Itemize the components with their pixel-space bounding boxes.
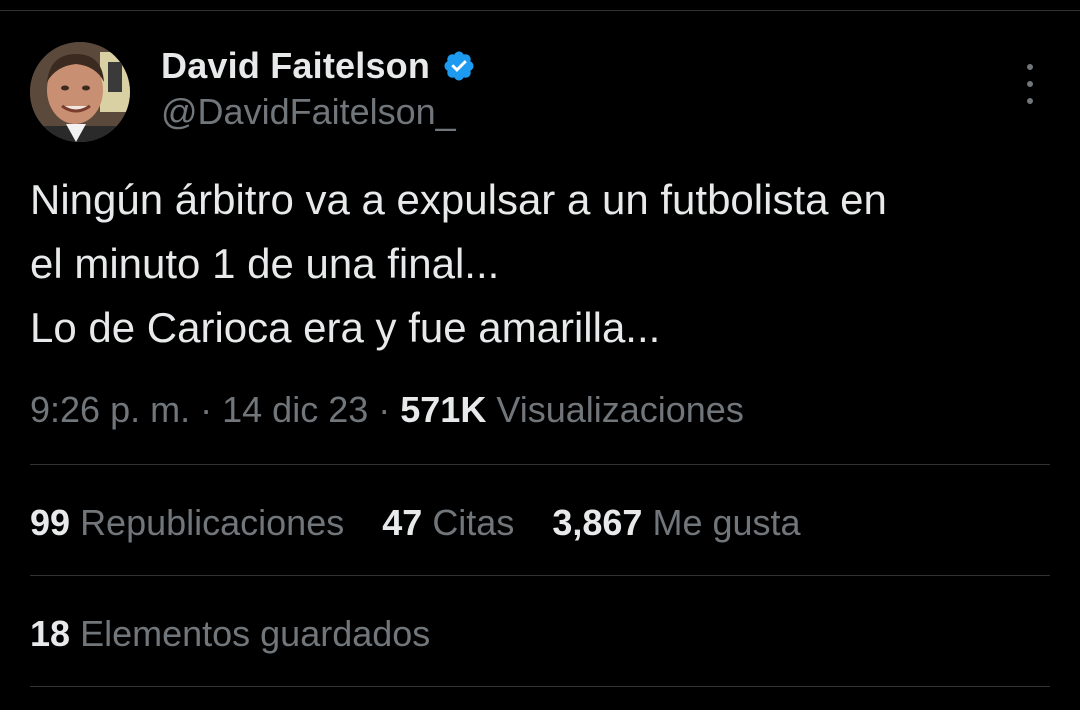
reposts-label: Republicaciones <box>80 502 345 543</box>
bookmarks-stat[interactable]: 18 Elementos guardados <box>30 613 430 654</box>
quotes-label: Citas <box>432 502 515 543</box>
tweet-time[interactable]: 9:26 p. m. <box>30 389 190 430</box>
bookmarks-count: 18 <box>30 613 71 654</box>
display-name[interactable]: David Faitelson <box>161 45 430 87</box>
likes-label: Me gusta <box>652 502 801 543</box>
avatar-image <box>30 42 130 142</box>
divider <box>30 464 1050 465</box>
views-count: 571K <box>400 389 487 430</box>
likes-stat[interactable]: 3,867 Me gusta <box>552 502 800 543</box>
quotes-count: 47 <box>382 502 423 543</box>
more-dot <box>1027 98 1033 104</box>
views-label: Visualizaciones <box>496 389 744 430</box>
likes-count: 3,867 <box>552 502 643 543</box>
bookmarks-row: 18 Elementos guardados <box>30 610 458 658</box>
bookmarks-label: Elementos guardados <box>80 613 431 654</box>
more-options-icon[interactable] <box>1020 64 1040 104</box>
avatar[interactable] <box>30 42 130 142</box>
tweet-date[interactable]: 14 dic 23 <box>222 389 368 430</box>
meta-separator: · <box>378 389 391 430</box>
display-name-row: David Faitelson <box>161 42 476 90</box>
author-names: David Faitelson @DavidFaitelson_ <box>161 42 476 134</box>
author-handle[interactable]: @DavidFaitelson_ <box>161 90 476 134</box>
divider <box>30 686 1050 687</box>
more-dot <box>1027 64 1033 70</box>
more-dot <box>1027 81 1033 87</box>
meta-separator: · <box>200 389 213 430</box>
quotes-stat[interactable]: 47 Citas <box>382 502 524 543</box>
engagement-stats: 99 Republicaciones 47 Citas 3,867 Me gus… <box>30 499 829 547</box>
reposts-stat[interactable]: 99 Republicaciones <box>30 502 354 543</box>
tweet-detail-page: David Faitelson @DavidFaitelson_ Ningún … <box>0 0 1080 710</box>
reposts-count: 99 <box>30 502 71 543</box>
top-divider <box>0 10 1080 11</box>
tweet-text: Ningún árbitro va a expulsar a un futbol… <box>30 176 887 351</box>
tweet-header: David Faitelson @DavidFaitelson_ <box>30 42 1050 146</box>
verified-badge-icon[interactable] <box>442 49 476 83</box>
tweet-meta: 9:26 p. m. · 14 dic 23 · 571K Visualizac… <box>30 386 744 434</box>
divider <box>30 575 1050 576</box>
